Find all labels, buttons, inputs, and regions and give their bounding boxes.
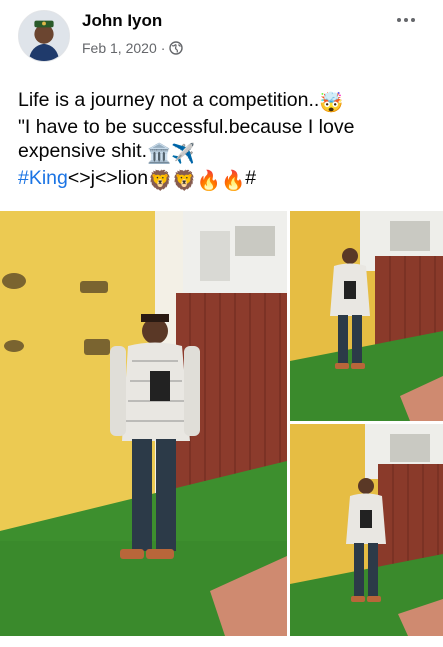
main-photo[interactable] [0, 211, 287, 636]
lion-fire-emoji: 🦁🦁🔥🔥 [148, 170, 246, 192]
hashtag-link[interactable]: #King [18, 167, 68, 189]
photo-bottom-right[interactable] [290, 424, 443, 636]
photo-grid [0, 211, 443, 636]
post-text-line-3: expensive shit.🏛️✈️ [18, 139, 428, 166]
building-airplane-emoji: 🏛️✈️ [147, 143, 196, 165]
text-segment: <>j<>lion [67, 167, 149, 189]
globe-icon[interactable] [169, 41, 184, 55]
photo-top-right[interactable] [290, 211, 443, 421]
post-meta: Feb 1, 2020 · [82, 40, 184, 56]
post-text-line-2: "I have to be successful.because I love [18, 116, 355, 138]
post-footer [0, 636, 443, 647]
exploding-head-emoji: 🤯 [319, 92, 344, 114]
text-segment: # [245, 167, 257, 189]
avatar[interactable] [18, 10, 70, 62]
post-text-line-1: Life is a journey not a competition..🤯 [18, 88, 428, 115]
more-dot [411, 18, 415, 22]
meta-separator: · [160, 40, 166, 56]
post-text: Life is a journey not a competition..🤯 "… [18, 88, 428, 193]
more-options-button[interactable] [391, 8, 421, 32]
author-name[interactable]: John Iyon [82, 11, 162, 31]
avatar-image [19, 11, 69, 61]
post-text-line-4: #King<>j<>lion🦁🦁🔥🔥# [18, 166, 428, 193]
post-header: John Iyon Feb 1, 2020 · [0, 0, 443, 70]
more-dot [404, 18, 408, 22]
more-horizontal-icon [397, 18, 401, 22]
text-segment: Life is a journey not a competition.. [18, 89, 320, 111]
text-segment: expensive shit. [18, 140, 147, 162]
post-date[interactable]: Feb 1, 2020 [82, 40, 157, 56]
